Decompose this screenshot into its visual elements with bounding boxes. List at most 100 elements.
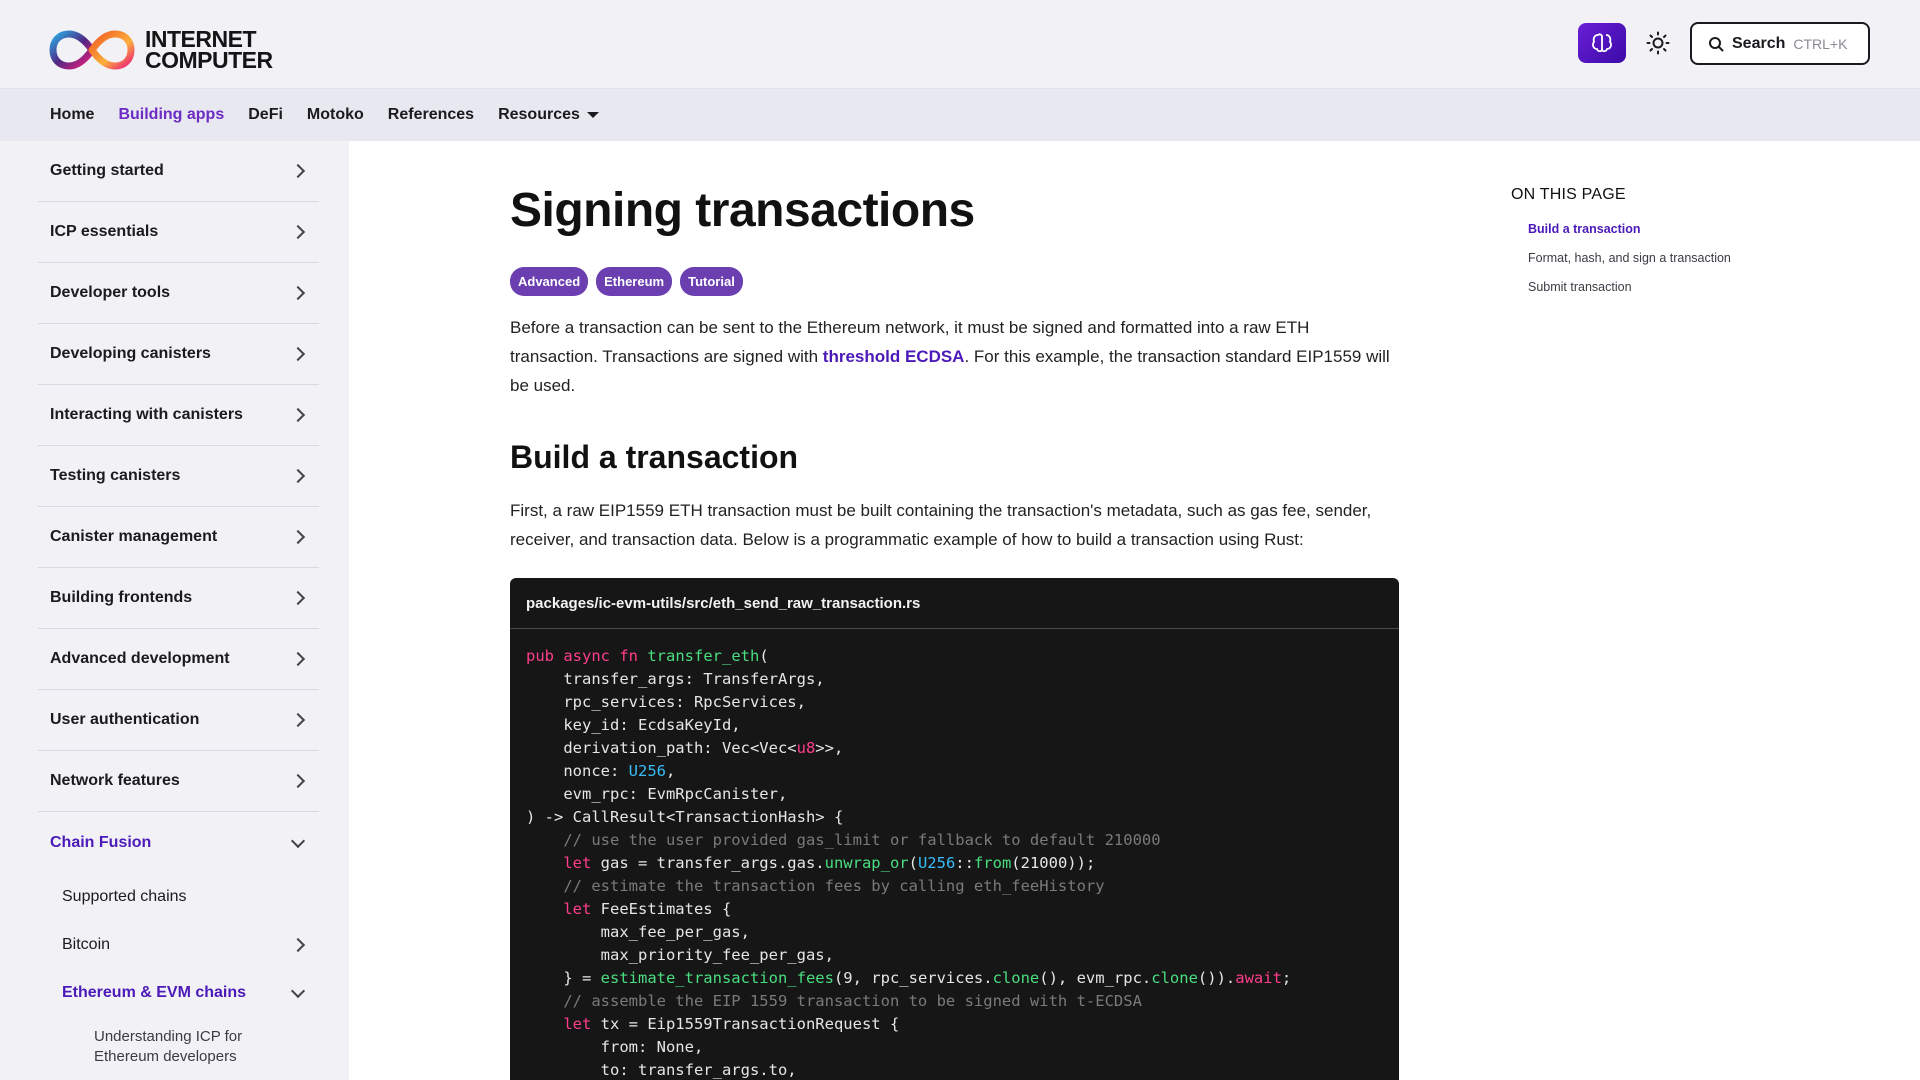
nav-resources-dropdown[interactable]: Resources xyxy=(498,106,599,124)
infinity-logo-icon xyxy=(49,30,135,70)
sidebar-item-icp-essentials[interactable]: ICP essentials xyxy=(38,202,319,263)
sidebar-item-label: Advanced development xyxy=(50,650,230,667)
sidebar-item-advanced-development[interactable]: Advanced development xyxy=(38,629,319,690)
code-line: let gas = transfer_args.gas.unwrap_or(U2… xyxy=(526,852,1383,875)
section-heading-build-transaction: Build a transaction xyxy=(510,439,799,475)
code-line: } = estimate_transaction_fees(9, rpc_ser… xyxy=(526,967,1383,990)
toc-item-submit-transaction[interactable]: Submit transaction xyxy=(1511,272,1811,301)
tag-ethereum[interactable]: Ethereum xyxy=(596,267,673,296)
sidebar-subitem-ethereum-evm[interactable]: Ethereum & EVM chains xyxy=(38,969,319,1017)
code-token: derivation_path: Vec<Vec< xyxy=(526,739,797,757)
code-filename: packages/ic-evm-utils/src/eth_send_raw_t… xyxy=(510,578,1399,629)
sidebar-item-label: Building frontends xyxy=(50,589,193,606)
sidebar-item-getting-started[interactable]: Getting started xyxy=(38,141,319,202)
theme-toggle-button[interactable] xyxy=(1644,29,1672,57)
sidebar-item-canister-management[interactable]: Canister management xyxy=(38,507,319,568)
chevron-right-icon xyxy=(290,285,306,301)
code-line: to: transfer_args.to, xyxy=(526,1059,1383,1080)
code-token: (9, rpc_services. xyxy=(833,969,993,987)
code-line: // use the user provided gas_limit or fa… xyxy=(526,829,1383,852)
code-line: key_id: EcdsaKeyId, xyxy=(526,714,1383,737)
nav-building-apps[interactable]: Building apps xyxy=(118,106,224,124)
sidebar: Getting started ICP essentials Developer… xyxy=(0,141,349,1080)
code-token: (), evm_rpc. xyxy=(1039,969,1152,987)
sidebar-item-developing-canisters[interactable]: Developing canisters xyxy=(38,324,319,385)
chevron-down-icon xyxy=(290,833,306,848)
code-token: key_id: EcdsaKeyId, xyxy=(526,716,741,734)
sidebar-item-label: Testing canisters xyxy=(50,467,181,484)
code-content[interactable]: pub async fn transfer_eth( transfer_args… xyxy=(510,629,1399,1080)
code-token: >>, xyxy=(815,739,844,757)
code-token: pub async fn xyxy=(526,647,648,665)
logo-wordmark: INTERNET COMPUTER xyxy=(145,28,273,72)
code-token: let xyxy=(526,900,601,918)
code-line: ) -> CallResult<TransactionHash> { xyxy=(526,806,1383,829)
chevron-right-icon xyxy=(290,346,306,362)
code-token: ( xyxy=(759,647,769,665)
code-block: packages/ic-evm-utils/src/eth_send_raw_t… xyxy=(510,578,1399,1080)
code-token: ( xyxy=(908,854,918,872)
internet-computer-logo[interactable]: INTERNET COMPUTER xyxy=(49,28,273,72)
nav-motoko[interactable]: Motoko xyxy=(307,106,364,124)
sidebar-item-label: Chain Fusion xyxy=(50,833,152,851)
code-token: :: xyxy=(955,854,974,872)
sidebar-item-user-authentication[interactable]: User authentication xyxy=(38,690,319,751)
search-icon xyxy=(1709,36,1724,51)
top-bar: INTERNET COMPUTER Search CTRL+K xyxy=(0,0,1920,89)
code-line: let FeeEstimates { xyxy=(526,898,1383,921)
page-title: Signing transactions xyxy=(510,184,975,237)
sidebar-item-interacting-with-canisters[interactable]: Interacting with canisters xyxy=(38,385,319,446)
code-line: pub async fn transfer_eth( xyxy=(526,645,1383,668)
sidebar-item-label: Developer tools xyxy=(50,284,171,301)
code-line: transfer_args: TransferArgs, xyxy=(526,668,1383,691)
code-token: ; xyxy=(1281,969,1292,987)
code-token: U256 xyxy=(628,762,666,780)
tag-tutorial[interactable]: Tutorial xyxy=(680,267,743,296)
sidebar-subitem-supported-chains[interactable]: Supported chains xyxy=(38,873,319,921)
sidebar-item-label: Developing canisters xyxy=(50,345,211,362)
code-token: transfer_args: TransferArgs, xyxy=(526,670,825,688)
search-button[interactable]: Search CTRL+K xyxy=(1690,22,1870,65)
sidebar-subitem-bitcoin[interactable]: Bitcoin xyxy=(38,921,319,969)
toc-item-build-transaction[interactable]: Build a transaction xyxy=(1511,214,1811,243)
sidebar-subitem-label: Supported chains xyxy=(62,888,187,905)
code-line: max_priority_fee_per_gas, xyxy=(526,944,1383,967)
code-token: clone xyxy=(992,969,1040,987)
section-paragraph: First, a raw EIP1559 ETH transaction mus… xyxy=(510,501,1372,549)
sidebar-item-label: ICP essentials xyxy=(50,223,159,240)
sidebar-item-label: Getting started xyxy=(50,162,164,179)
toc-item-format-hash-sign[interactable]: Format, hash, and sign a transaction xyxy=(1511,243,1811,272)
ai-assistant-icon xyxy=(1592,33,1612,53)
main-nav: Home Building apps DeFi Motoko Reference… xyxy=(0,89,1920,141)
code-token: from xyxy=(973,854,1012,872)
code-token: to: transfer_args.to, xyxy=(526,1061,797,1079)
code-token: transfer_eth xyxy=(647,647,760,665)
sidebar-item-chain-fusion[interactable]: Chain Fusion xyxy=(38,812,319,873)
code-token: // use the user provided gas_limit or fa… xyxy=(526,831,1161,849)
sidebar-item-network-features[interactable]: Network features xyxy=(38,751,319,812)
code-line: // assemble the EIP 1559 transaction to … xyxy=(526,990,1383,1013)
code-token: ()). xyxy=(1197,969,1236,987)
search-shortcut: CTRL+K xyxy=(1793,35,1848,52)
sun-icon xyxy=(1646,31,1670,55)
sidebar-item-testing-canisters[interactable]: Testing canisters xyxy=(38,446,319,507)
threshold-ecdsa-link[interactable]: threshold ECDSA xyxy=(823,347,965,366)
sidebar-subsubitem-understanding-icp[interactable]: Understanding ICP for Ethereum developer… xyxy=(38,1017,319,1067)
code-line: let tx = Eip1559TransactionRequest { xyxy=(526,1013,1383,1036)
tag-advanced[interactable]: Advanced xyxy=(510,267,589,296)
sidebar-item-label: Interacting with canisters xyxy=(50,406,243,423)
on-this-page-toc: ON THIS PAGE Build a transaction Format,… xyxy=(1511,186,1811,301)
sidebar-item-building-frontends[interactable]: Building frontends xyxy=(38,568,319,629)
nav-defi[interactable]: DeFi xyxy=(248,106,283,124)
code-line: // estimate the transaction fees by call… xyxy=(526,875,1383,898)
nav-home[interactable]: Home xyxy=(50,106,94,124)
code-token: unwrap_or xyxy=(824,854,909,872)
code-token: // assemble the EIP 1559 transaction to … xyxy=(526,992,1142,1010)
sidebar-item-developer-tools[interactable]: Developer tools xyxy=(38,263,319,324)
nav-references[interactable]: References xyxy=(388,106,474,124)
ai-assistant-button[interactable] xyxy=(1578,23,1626,63)
search-label: Search xyxy=(1732,34,1786,52)
code-token: clone xyxy=(1151,969,1198,987)
sidebar-item-label: User authentication xyxy=(50,711,200,728)
code-token: let xyxy=(526,854,601,872)
